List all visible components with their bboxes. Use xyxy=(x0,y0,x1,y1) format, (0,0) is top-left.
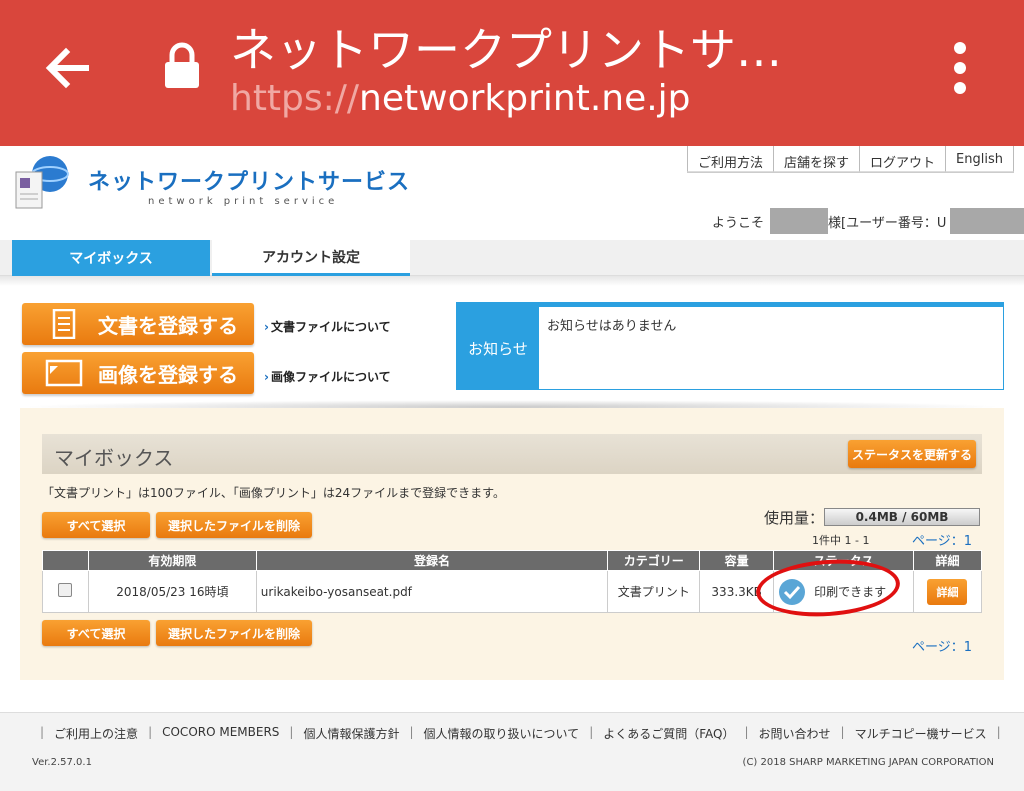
register-image-label: 画像を登録する xyxy=(98,362,238,387)
document-file-info-link[interactable]: › 文書ファイルについて xyxy=(264,318,391,335)
col-detail: 詳細 xyxy=(912,550,983,571)
pagination-top: ページ：1 xyxy=(912,530,972,549)
redacted-username xyxy=(770,208,829,234)
notice-message: お知らせはありません xyxy=(547,319,677,334)
logo-printer-icon xyxy=(15,156,69,209)
footer-link-faq[interactable]: よくあるご質問（FAQ） xyxy=(603,725,734,742)
overflow-menu-icon[interactable] xyxy=(945,40,975,96)
page-label: ページ： xyxy=(912,534,964,549)
document-icon xyxy=(52,309,76,339)
row-expiry: 2018/05/23 16時頃 xyxy=(87,570,257,613)
copyright-text: (C) 2018 SHARP MARKETING JAPAN CORPORATI… xyxy=(742,757,994,768)
browser-url[interactable]: https://networkprint.ne.jp xyxy=(230,78,691,119)
logo-text: ネットワークプリントサービス xyxy=(88,170,411,195)
image-file-info-text: 画像ファイルについて xyxy=(270,370,391,384)
site-header: ネットワークプリントサービス network print service ご利用… xyxy=(0,146,1024,240)
page-number-link[interactable]: 1 xyxy=(964,640,972,655)
tab-bar: マイボックス アカウント設定 xyxy=(0,240,1024,276)
footer-link-personal-info[interactable]: 個人情報の取り扱いについて xyxy=(424,725,580,742)
link-how-to-use[interactable]: ご利用方法 xyxy=(687,146,775,172)
url-scheme: https:// xyxy=(230,78,360,119)
link-find-store[interactable]: 店舗を探す xyxy=(773,146,861,172)
delete-selected-button-top[interactable]: 選択したファイルを削除 xyxy=(156,512,312,538)
footer-separator: | xyxy=(840,725,845,739)
tab-divider xyxy=(0,276,1024,286)
url-host: networkprint.ne.jp xyxy=(359,78,691,119)
notice-box: お知らせ お知らせはありません xyxy=(456,302,1004,390)
footer-link-multicopy[interactable]: マルチコピー機サービス xyxy=(855,725,987,742)
page-label: ページ： xyxy=(912,640,964,655)
browser-toolbar: ネットワークプリントサ… https://networkprint.ne.jp xyxy=(0,0,1024,146)
footer-separator: | xyxy=(409,725,414,739)
redacted-user-number xyxy=(950,208,1024,234)
delete-selected-button-bottom[interactable]: 選択したファイルを削除 xyxy=(156,620,312,646)
chevron-right-icon: › xyxy=(264,370,269,384)
site-footer: | ご利用上の注意 | COCORO MEMBERS | 個人情報保護方針 | … xyxy=(0,712,1024,791)
site-logo[interactable]: ネットワークプリントサービス network print service xyxy=(14,152,409,214)
row-checkbox-cell xyxy=(42,570,89,613)
footer-separator: | xyxy=(40,725,45,739)
welcome-prefix: ようこそ xyxy=(712,215,765,231)
welcome-user-number-label: 様[ユーザー番号：U xyxy=(828,215,947,231)
register-document-button[interactable]: 文書を登録する xyxy=(22,303,254,345)
back-arrow-icon[interactable] xyxy=(38,38,98,98)
file-limit-note: 「文書プリント」は100ファイル、「画像プリント」は24ファイルまで登録できます… xyxy=(42,486,505,500)
image-file-info-link[interactable]: › 画像ファイルについて xyxy=(264,368,391,385)
lock-icon xyxy=(165,42,199,88)
row-checkbox[interactable] xyxy=(58,583,73,597)
footer-link-cocoro[interactable]: COCORO MEMBERS xyxy=(162,725,279,742)
result-count: 1件中 1 - 1 xyxy=(812,534,870,547)
footer-links: | ご利用上の注意 | COCORO MEMBERS | 個人情報保護方針 | … xyxy=(30,725,1011,742)
usage-label: 使用量： xyxy=(764,509,825,527)
footer-separator: | xyxy=(289,725,294,739)
pagination-bottom: ページ：1 xyxy=(912,636,972,655)
register-document-label: 文書を登録する xyxy=(98,313,238,338)
top-links: ご利用方法 店舗を探す ログアウト English xyxy=(687,146,1014,172)
col-size: 容量 xyxy=(699,550,775,571)
row-category: 文書プリント xyxy=(607,570,701,613)
row-filename: urikakeibo-yosanseat.pdf xyxy=(255,570,609,613)
logo-subtitle: network print service xyxy=(148,196,339,207)
select-all-button-top[interactable]: すべて選択 xyxy=(42,512,150,538)
col-name: 登録名 xyxy=(255,550,609,571)
browser-page-title: ネットワークプリントサ… xyxy=(230,23,782,77)
tab-mybox[interactable]: マイボックス xyxy=(12,240,210,276)
col-expiry: 有効期限 xyxy=(87,550,257,571)
mybox-header: マイボックス xyxy=(42,434,982,474)
welcome-message: ようこそ 様[ユーザー番号：U xyxy=(712,208,1024,234)
image-icon xyxy=(45,359,83,387)
version-text: Ver.2.57.0.1 xyxy=(32,757,92,768)
footer-link-contact[interactable]: お問い合わせ xyxy=(759,725,831,742)
col-checkbox xyxy=(42,550,89,571)
link-english[interactable]: English xyxy=(945,146,1014,172)
refresh-status-button[interactable]: ステータスを更新する xyxy=(848,440,976,468)
link-logout[interactable]: ログアウト xyxy=(859,146,947,172)
footer-separator: | xyxy=(148,725,153,739)
row-detail-cell: 詳細 xyxy=(912,570,983,613)
detail-button[interactable]: 詳細 xyxy=(927,578,968,605)
register-image-button[interactable]: 画像を登録する xyxy=(22,352,254,394)
footer-separator: | xyxy=(744,725,749,739)
document-file-info-text: 文書ファイルについて xyxy=(270,320,391,334)
page-number-link[interactable]: 1 xyxy=(964,534,972,549)
tab-account-settings[interactable]: アカウント設定 xyxy=(212,240,410,276)
chevron-right-icon: › xyxy=(264,320,269,334)
footer-link-privacy-policy[interactable]: 個人情報保護方針 xyxy=(303,725,399,742)
select-all-button-bottom[interactable]: すべて選択 xyxy=(42,620,150,646)
footer-link-terms[interactable]: ご利用上の注意 xyxy=(54,725,138,742)
footer-separator: | xyxy=(996,725,1001,739)
footer-separator: | xyxy=(589,725,594,739)
mybox-title: マイボックス xyxy=(54,446,174,470)
usage-bar: 0.4MB / 60MB xyxy=(824,508,980,526)
col-category: カテゴリー xyxy=(607,550,701,571)
notice-label: お知らせ xyxy=(457,307,539,390)
